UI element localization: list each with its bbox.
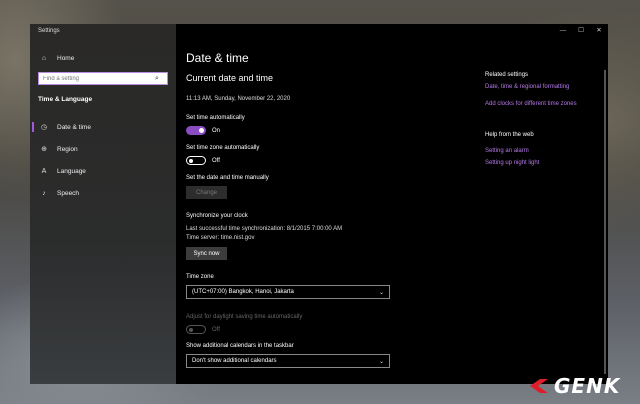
chevron-down-icon: ⌄ — [378, 289, 384, 296]
sync-heading: Synchronize your clock — [186, 213, 248, 219]
time-zone-value: (UTC+07:00) Bangkok, Hanoi, Jakarta — [192, 289, 294, 295]
sidebar-item-language[interactable]: A Language — [30, 162, 176, 180]
sidebar-item-label: Language — [57, 167, 86, 175]
setting-alarm-link[interactable]: Setting an alarm — [485, 148, 529, 154]
genk-logo-icon — [530, 379, 548, 393]
related-settings-heading: Related settings — [485, 72, 529, 78]
maximize-button[interactable]: ☐ — [572, 24, 590, 38]
change-button[interactable]: Change — [186, 186, 227, 199]
settings-window: Settings ⌂ Home ⌕ Time & Language ◷ Date… — [30, 24, 608, 384]
daylight-label: Adjust for daylight saving time automati… — [186, 314, 303, 320]
watermark-text: GENK — [554, 374, 621, 398]
calendars-dropdown[interactable]: Don't show additional calendars ⌄ — [186, 354, 390, 368]
regional-formatting-link[interactable]: Date, time & regional formatting — [485, 84, 569, 90]
clock-icon: ◷ — [40, 124, 48, 131]
set-tz-auto-toggle[interactable] — [186, 156, 206, 165]
calendars-label: Show additional calendars in the taskbar — [186, 343, 294, 349]
active-indicator — [32, 122, 34, 132]
daylight-state: Off — [212, 327, 220, 333]
time-server-text: Time server: time.nist.gov — [186, 235, 255, 241]
set-tz-auto-label: Set time zone automatically — [186, 145, 260, 151]
sync-now-button[interactable]: Sync now — [186, 247, 227, 260]
sidebar-item-label: Date & time — [57, 123, 91, 131]
app-title: Settings — [38, 28, 60, 34]
sidebar-item-speech[interactable]: ♪ Speech — [30, 184, 176, 202]
main-content: — ☐ ✕ Date & time Current date and time … — [176, 24, 608, 384]
genk-watermark: GENK — [528, 374, 634, 398]
sidebar-item-label: Home — [57, 54, 75, 62]
time-zone-dropdown[interactable]: (UTC+07:00) Bangkok, Hanoi, Jakarta ⌄ — [186, 285, 390, 299]
set-time-auto-label: Set time automatically — [186, 115, 245, 121]
section-heading: Time & Language — [38, 96, 93, 103]
sidebar: Settings ⌂ Home ⌕ Time & Language ◷ Date… — [30, 24, 176, 384]
sidebar-item-region[interactable]: ⊕ Region — [30, 140, 176, 158]
add-clocks-link[interactable]: Add clocks for different time zones — [485, 101, 577, 107]
calendars-value: Don't show additional calendars — [192, 358, 277, 364]
sidebar-item-date-time[interactable]: ◷ Date & time — [30, 118, 176, 136]
window-controls: — ☐ ✕ — [554, 24, 608, 38]
daylight-toggle[interactable] — [186, 325, 206, 334]
search-input[interactable] — [39, 75, 151, 82]
minimize-button[interactable]: — — [554, 24, 572, 38]
help-heading: Help from the web — [485, 132, 534, 138]
time-zone-label: Time zone — [186, 274, 214, 280]
search-box[interactable]: ⌕ — [38, 72, 168, 85]
chevron-down-icon: ⌄ — [378, 358, 384, 365]
set-tz-auto-state: Off — [212, 158, 220, 164]
home-icon: ⌂ — [41, 54, 47, 62]
close-button[interactable]: ✕ — [590, 24, 608, 38]
scrollbar[interactable] — [604, 70, 606, 374]
night-light-link[interactable]: Setting up night light — [485, 160, 539, 166]
set-time-auto-toggle[interactable] — [186, 126, 206, 135]
sidebar-item-home[interactable]: ⌂ Home — [30, 49, 176, 67]
manual-set-label: Set the date and time manually — [186, 175, 269, 181]
globe-icon: ⊕ — [41, 146, 47, 153]
sidebar-item-label: Region — [57, 145, 78, 153]
current-date-time-value: 11:13 AM, Sunday, November 22, 2020 — [186, 96, 291, 102]
sidebar-item-label: Speech — [57, 189, 80, 197]
set-time-auto-state: On — [212, 128, 221, 134]
last-sync-text: Last successful time synchronization: 8/… — [186, 226, 343, 232]
current-date-time-heading: Current date and time — [186, 73, 274, 83]
page-title: Date & time — [186, 51, 249, 65]
search-icon[interactable]: ⌕ — [151, 75, 163, 83]
microphone-icon: ♪ — [42, 189, 46, 197]
language-icon: A — [41, 167, 47, 175]
